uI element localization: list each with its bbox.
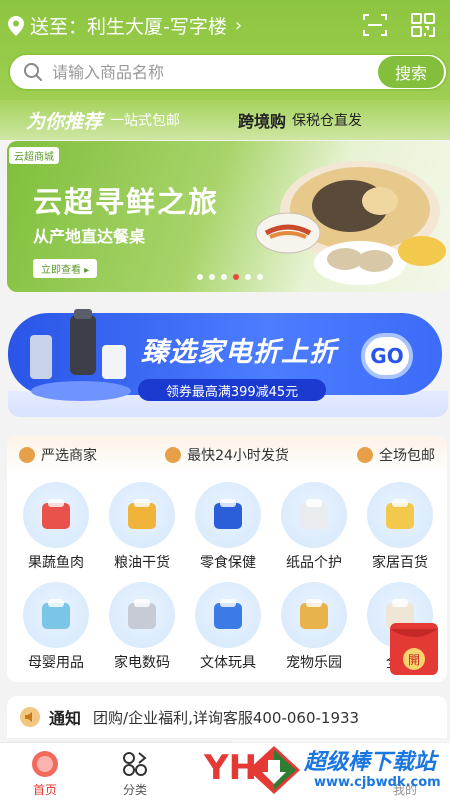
qr-code-icon[interactable] xyxy=(410,12,436,38)
appliance-banner[interactable]: 臻选家电折上折 领券最高满399减45元 GO xyxy=(8,305,448,417)
go-button[interactable]: GO xyxy=(361,333,413,379)
grain-oil-icon xyxy=(109,482,175,548)
category-item[interactable]: 粮油干货 xyxy=(99,482,185,572)
carousel-dot[interactable] xyxy=(257,274,263,280)
category-item[interactable]: 母婴用品 xyxy=(13,582,99,672)
search-bar: 搜索 xyxy=(8,53,448,91)
category-label: 文体玩具 xyxy=(200,655,256,671)
search-input[interactable] xyxy=(52,62,378,82)
category-item[interactable]: 零食保健 xyxy=(185,482,271,572)
carousel-dots xyxy=(197,274,263,280)
category-label: 果蔬鱼肉 xyxy=(28,555,84,571)
category-item[interactable]: 宠物乐园 xyxy=(271,582,357,672)
speaker-icon xyxy=(20,707,40,727)
feature-label: 全场包邮 xyxy=(378,448,435,464)
location-pin-icon xyxy=(8,15,24,36)
snack-icon xyxy=(195,482,261,548)
banner-title: 云超寻鲜之旅 xyxy=(33,185,220,219)
pet-icon xyxy=(281,582,347,648)
category-item[interactable]: 家电数码 xyxy=(99,582,185,672)
watermark-brand: 超级棒下载站 xyxy=(304,750,437,775)
download-logo-icon xyxy=(248,746,300,794)
feature-strip: 严选商家 最快24小时发货 全场包邮 xyxy=(7,436,447,474)
nav-home[interactable]: 首页 xyxy=(0,743,90,800)
banner-subtitle: 从产地直达餐桌 xyxy=(33,227,146,246)
category-icon xyxy=(123,752,147,776)
carousel-dot[interactable] xyxy=(245,274,251,280)
category-label: 零食保健 xyxy=(200,555,256,571)
feature-crown-icon xyxy=(19,447,35,463)
appliance-illustration xyxy=(30,309,131,401)
toy-icon xyxy=(195,582,261,648)
search-button[interactable]: 搜索 xyxy=(378,56,444,88)
category-label: 母婴用品 xyxy=(28,655,84,671)
category-label: 家电数码 xyxy=(114,655,170,671)
cross-border-title[interactable]: 跨境购 xyxy=(238,108,286,132)
category-item[interactable]: 文体玩具 xyxy=(185,582,271,672)
fruit-veg-meat-icon xyxy=(23,482,89,548)
carousel-dot[interactable] xyxy=(233,274,239,280)
nav-label: 分类 xyxy=(122,783,147,797)
red-packet-label: 開 xyxy=(408,653,420,667)
appliance-banner-title: 臻选家电折上折 xyxy=(141,337,337,368)
feature-clock-icon xyxy=(165,447,182,463)
hero-banner[interactable]: 云超商城 云超寻鲜之旅 从产地直达餐桌 立即查看 ▸ xyxy=(7,141,450,292)
tissue-icon xyxy=(281,482,347,548)
delivery-location-label: 送至：利生大厦-写字楼 xyxy=(30,16,227,38)
feature-truck-icon xyxy=(356,447,373,463)
category-label: 家居百货 xyxy=(372,555,428,571)
feature-item: 全场包邮 xyxy=(356,445,435,465)
carousel-dot[interactable] xyxy=(209,274,215,280)
notice-bar[interactable]: 通知 团购/企业福利,详询客服400-060-1933 xyxy=(7,696,447,738)
promo-strip: 为你推荐 一站式包邮 跨境购 保税仓直发 xyxy=(0,100,450,140)
home-goods-icon xyxy=(367,482,433,548)
recommend-title[interactable]: 为你推荐 xyxy=(26,107,102,134)
feature-label: 严选商家 xyxy=(41,448,97,464)
chevron-right-icon: › xyxy=(234,15,243,36)
carousel-dot[interactable] xyxy=(197,274,203,280)
category-item[interactable]: 家居百货 xyxy=(357,482,443,572)
header: 送至：利生大厦-写字楼 › 搜索 xyxy=(0,0,450,100)
feature-item: 严选商家 xyxy=(19,445,97,465)
carousel-dot[interactable] xyxy=(221,274,227,280)
delivery-location[interactable]: 送至：利生大厦-写字楼 › xyxy=(8,12,242,39)
electronics-icon xyxy=(109,582,175,648)
scan-icon[interactable] xyxy=(362,12,388,38)
food-illustration xyxy=(255,161,446,285)
nav-category[interactable]: 分类 xyxy=(90,743,180,800)
watermark-url: www.cjbwdk.com xyxy=(314,775,441,790)
notice-title: 通知 xyxy=(49,709,82,728)
baby-icon xyxy=(23,582,89,648)
nav-label: 首页 xyxy=(32,783,57,797)
banner-cta-button[interactable]: 立即查看 ▸ xyxy=(33,259,98,278)
cross-border-sub: 保税仓直发 xyxy=(292,113,363,129)
category-grid: 果蔬鱼肉粮油干货零食保健纸品个护家居百货母婴用品家电数码文体玩具宠物乐园全球 xyxy=(13,482,443,672)
notice-text: 团购/企业福利,详询客服400-060-1933 xyxy=(93,708,360,727)
home-icon xyxy=(32,751,58,777)
category-item[interactable]: 果蔬鱼肉 xyxy=(13,482,99,572)
search-icon xyxy=(24,63,42,81)
feature-label: 最快24小时发货 xyxy=(187,448,289,464)
category-item[interactable]: 纸品个护 xyxy=(271,482,357,572)
category-label: 纸品个护 xyxy=(286,555,342,571)
appliance-coupon-label[interactable]: 领券最高满399减45元 xyxy=(138,379,326,401)
category-card: 严选商家 最快24小时发货 全场包邮 果蔬鱼肉 粮油干货 零食保健 纸品个护 家居百货母… xyxy=(7,436,447,682)
recommend-sub: 一站式包邮 xyxy=(110,113,181,129)
feature-item: 最快24小时发货 xyxy=(165,445,289,465)
category-label: 粮油干货 xyxy=(114,555,170,571)
category-label: 宠物乐园 xyxy=(286,655,342,671)
red-packet-icon[interactable]: 開 xyxy=(386,615,442,677)
mall-tag: 云超商城 xyxy=(9,147,59,164)
